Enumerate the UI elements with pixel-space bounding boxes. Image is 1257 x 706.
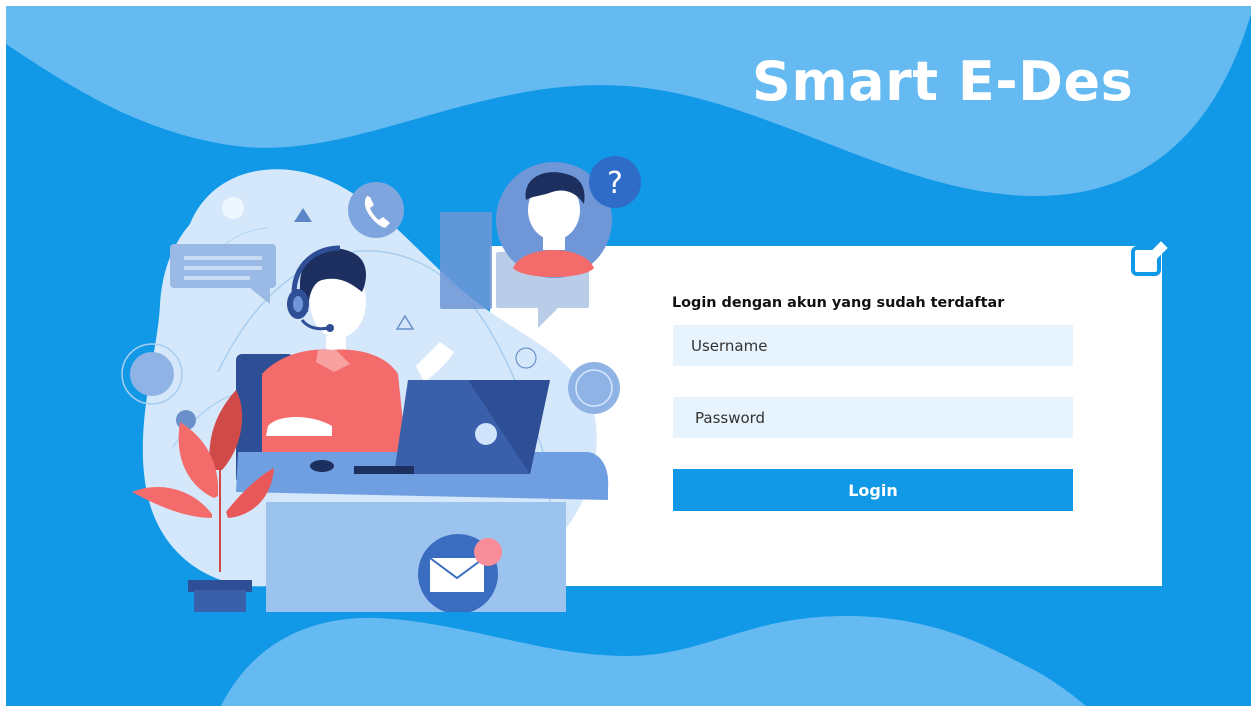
svg-text:?: ? [607, 166, 623, 201]
customer-support-illustration: ? [121, 156, 641, 612]
decorative-circle [222, 197, 244, 219]
login-button[interactable]: Login [673, 469, 1073, 511]
decorative-small-ring [571, 524, 583, 536]
target-circle-right [568, 362, 620, 414]
login-screen: Smart E-Des Login dengan akun yang sudah… [6, 6, 1251, 706]
edit-icon [1131, 241, 1168, 276]
phone-icon [348, 182, 404, 238]
login-heading: Login dengan akun yang sudah terdaftar [672, 295, 1005, 311]
bottom-wave-shape [221, 616, 1086, 706]
question-icon: ? [589, 156, 641, 208]
username-input[interactable] [673, 325, 1073, 366]
app-title: Smart E-Des [752, 50, 1134, 113]
password-input[interactable] [673, 397, 1073, 438]
mouse [310, 460, 334, 472]
target-circle-left [121, 343, 183, 405]
